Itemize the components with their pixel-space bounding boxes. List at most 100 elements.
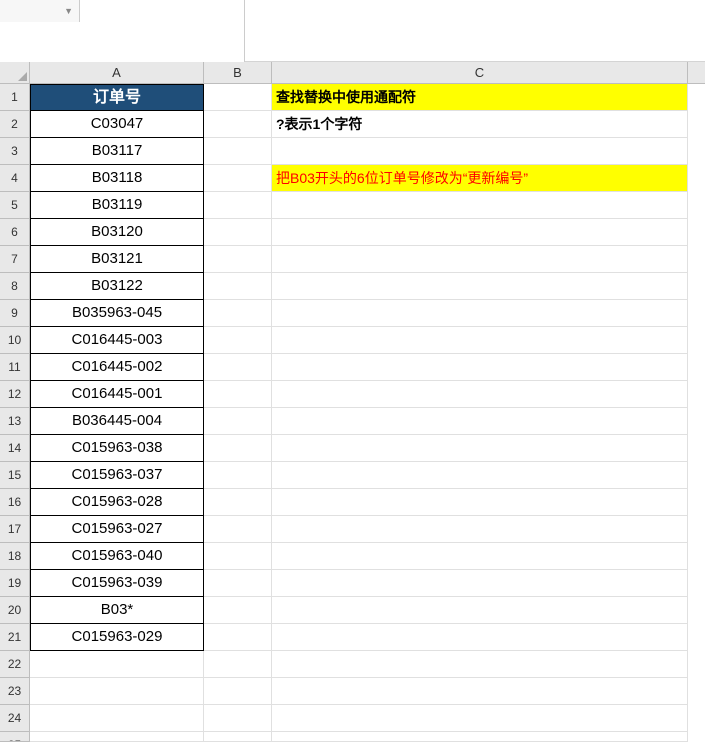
- note-cell[interactable]: 查找替换中使用通配符: [272, 84, 688, 111]
- row-header-23[interactable]: 23: [0, 678, 29, 705]
- row-header-22[interactable]: 22: [0, 651, 29, 678]
- col-header-c[interactable]: C: [272, 62, 688, 83]
- empty-cell[interactable]: [204, 408, 272, 435]
- empty-cell[interactable]: [204, 570, 272, 597]
- empty-cell[interactable]: [272, 678, 688, 705]
- row-header-6[interactable]: 6: [0, 219, 29, 246]
- order-header-cell[interactable]: 订单号: [30, 84, 204, 111]
- row-header-14[interactable]: 14: [0, 435, 29, 462]
- order-cell[interactable]: B03119: [30, 192, 204, 219]
- empty-cell[interactable]: [204, 435, 272, 462]
- empty-cell[interactable]: [204, 327, 272, 354]
- select-all-button[interactable]: [0, 62, 30, 84]
- empty-cell[interactable]: [204, 624, 272, 651]
- empty-cell[interactable]: [204, 543, 272, 570]
- row-header-15[interactable]: 15: [0, 462, 29, 489]
- order-cell[interactable]: B03121: [30, 246, 204, 273]
- row-header-2[interactable]: 2: [0, 111, 29, 138]
- order-cell[interactable]: C015963-027: [30, 516, 204, 543]
- empty-cell[interactable]: [272, 192, 688, 219]
- empty-cell[interactable]: [204, 354, 272, 381]
- order-cell[interactable]: B03118: [30, 165, 204, 192]
- empty-cell[interactable]: [204, 138, 272, 165]
- row-header-16[interactable]: 16: [0, 489, 29, 516]
- row-header-11[interactable]: 11: [0, 354, 29, 381]
- empty-cell[interactable]: [204, 273, 272, 300]
- empty-cell[interactable]: [272, 327, 688, 354]
- order-cell[interactable]: B03*: [30, 597, 204, 624]
- empty-cell[interactable]: [272, 597, 688, 624]
- empty-cell[interactable]: [272, 300, 688, 327]
- row-header-25[interactable]: 25: [0, 732, 29, 742]
- row-header-21[interactable]: 21: [0, 624, 29, 651]
- empty-cell[interactable]: [272, 732, 688, 742]
- row-header-19[interactable]: 19: [0, 570, 29, 597]
- empty-cell[interactable]: [204, 678, 272, 705]
- order-cell[interactable]: C015963-038: [30, 435, 204, 462]
- empty-cell[interactable]: [204, 732, 272, 742]
- order-cell[interactable]: B03122: [30, 273, 204, 300]
- empty-cell[interactable]: [272, 354, 688, 381]
- order-cell[interactable]: C016445-002: [30, 354, 204, 381]
- order-cell[interactable]: B035963-045: [30, 300, 204, 327]
- empty-cell[interactable]: [272, 543, 688, 570]
- empty-cell[interactable]: [30, 651, 204, 678]
- row-header-12[interactable]: 12: [0, 381, 29, 408]
- row-header-5[interactable]: 5: [0, 192, 29, 219]
- empty-cell[interactable]: [204, 381, 272, 408]
- empty-cell[interactable]: [30, 678, 204, 705]
- empty-cell[interactable]: [272, 138, 688, 165]
- empty-cell[interactable]: [204, 651, 272, 678]
- row-header-10[interactable]: 10: [0, 327, 29, 354]
- empty-cell[interactable]: [204, 597, 272, 624]
- empty-cell[interactable]: [272, 408, 688, 435]
- order-cell[interactable]: C015963-040: [30, 543, 204, 570]
- order-cell[interactable]: B03120: [30, 219, 204, 246]
- empty-cell[interactable]: [204, 84, 272, 111]
- col-header-b[interactable]: B: [204, 62, 272, 83]
- empty-cell[interactable]: [272, 705, 688, 732]
- order-cell[interactable]: C015963-039: [30, 570, 204, 597]
- order-cell[interactable]: C03047: [30, 111, 204, 138]
- empty-cell[interactable]: [272, 651, 688, 678]
- row-header-18[interactable]: 18: [0, 543, 29, 570]
- empty-cell[interactable]: [204, 300, 272, 327]
- row-header-13[interactable]: 13: [0, 408, 29, 435]
- row-header-3[interactable]: 3: [0, 138, 29, 165]
- row-header-1[interactable]: 1: [0, 84, 29, 111]
- empty-cell[interactable]: [272, 462, 688, 489]
- order-cell[interactable]: C015963-037: [30, 462, 204, 489]
- empty-cell[interactable]: [272, 273, 688, 300]
- empty-cell[interactable]: [204, 246, 272, 273]
- empty-cell[interactable]: [204, 219, 272, 246]
- row-header-9[interactable]: 9: [0, 300, 29, 327]
- empty-cell[interactable]: [30, 705, 204, 732]
- empty-cell[interactable]: [272, 219, 688, 246]
- row-header-4[interactable]: 4: [0, 165, 29, 192]
- empty-cell[interactable]: [30, 732, 204, 742]
- row-header-17[interactable]: 17: [0, 516, 29, 543]
- empty-cell[interactable]: [272, 570, 688, 597]
- order-cell[interactable]: C016445-001: [30, 381, 204, 408]
- empty-cell[interactable]: [272, 435, 688, 462]
- empty-cell[interactable]: [272, 246, 688, 273]
- empty-cell[interactable]: [272, 516, 688, 543]
- row-header-8[interactable]: 8: [0, 273, 29, 300]
- empty-cell[interactable]: [204, 705, 272, 732]
- note-cell[interactable]: 把B03开头的6位订单号修改为“更新编号”: [272, 165, 688, 192]
- empty-cell[interactable]: [204, 489, 272, 516]
- order-cell[interactable]: C015963-028: [30, 489, 204, 516]
- col-header-a[interactable]: A: [30, 62, 204, 83]
- row-header-7[interactable]: 7: [0, 246, 29, 273]
- empty-cell[interactable]: [204, 462, 272, 489]
- empty-cell[interactable]: [204, 111, 272, 138]
- order-cell[interactable]: C016445-003: [30, 327, 204, 354]
- order-cell[interactable]: B03117: [30, 138, 204, 165]
- note-cell[interactable]: ?表示1个字符: [272, 111, 688, 138]
- empty-cell[interactable]: [204, 192, 272, 219]
- name-box[interactable]: ▼: [0, 0, 80, 22]
- order-cell[interactable]: B036445-004: [30, 408, 204, 435]
- row-header-20[interactable]: 20: [0, 597, 29, 624]
- formula-bar[interactable]: [245, 0, 705, 62]
- empty-cell[interactable]: [204, 165, 272, 192]
